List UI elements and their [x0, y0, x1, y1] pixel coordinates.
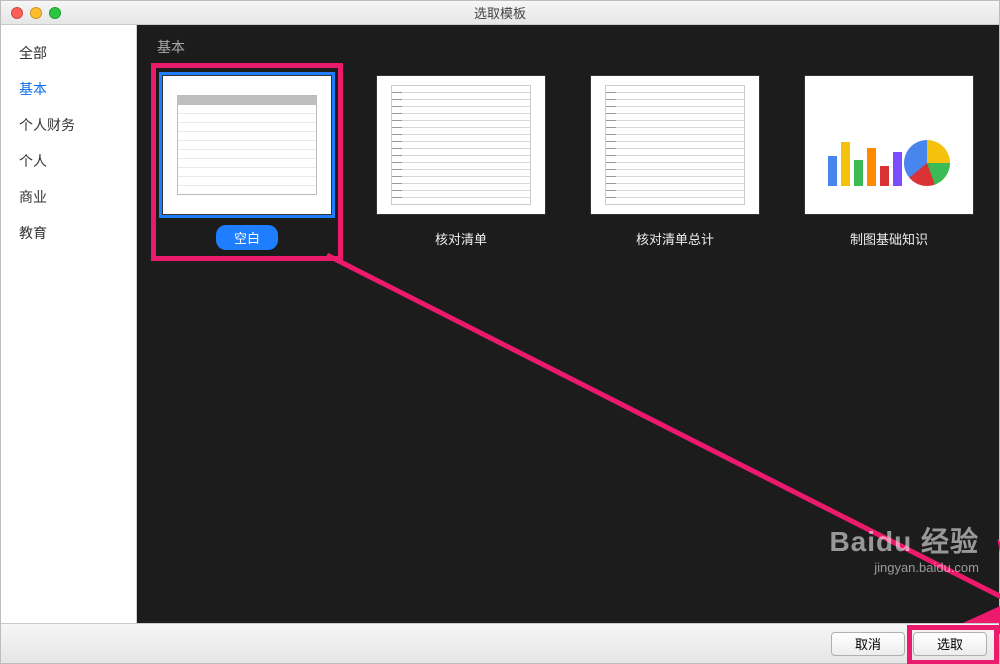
footer: 取消 选取 — [1, 623, 999, 663]
template-thumb — [376, 75, 546, 215]
sidebar: 全部 基本 个人财务 个人 商业 教育 — [1, 25, 137, 623]
template-label: 核对清单 — [435, 229, 487, 248]
template-label: 制图基础知识 — [850, 229, 928, 248]
template-chooser-window: 选取模板 全部 基本 个人财务 个人 商业 教育 基本 空白 — [0, 0, 1000, 664]
window-title: 选取模板 — [1, 3, 999, 22]
titlebar[interactable]: 选取模板 — [1, 1, 999, 25]
sidebar-item-all[interactable]: 全部 — [1, 35, 136, 71]
template-thumb — [590, 75, 760, 215]
window-body: 全部 基本 个人财务 个人 商业 教育 基本 空白 — [1, 25, 999, 623]
sidebar-item-education[interactable]: 教育 — [1, 215, 136, 251]
watermark-brand: Baidu 经验 — [829, 520, 979, 560]
watermark: Baidu 经验 jingyan.baidu.com — [829, 520, 979, 575]
template-thumb — [162, 75, 332, 215]
main-panel: 基本 空白 核对清单 — [137, 25, 999, 623]
choose-button[interactable]: 选取 — [913, 632, 987, 656]
watermark-url: jingyan.baidu.com — [829, 560, 979, 575]
template-card-checklist[interactable]: 核对清单 — [371, 75, 551, 248]
sidebar-item-business[interactable]: 商业 — [1, 179, 136, 215]
template-card-blank[interactable]: 空白 — [157, 75, 337, 250]
sidebar-item-personal-finance[interactable]: 个人财务 — [1, 107, 136, 143]
annotation-arrow-icon — [317, 245, 1000, 645]
sidebar-item-basic[interactable]: 基本 — [1, 71, 136, 107]
template-thumb — [804, 75, 974, 215]
template-card-checklist-total[interactable]: 核对清单总计 — [585, 75, 765, 248]
template-label: 空白 — [216, 225, 278, 250]
template-grid: 空白 核对清单 核对清单总计 — [137, 65, 999, 260]
sidebar-item-personal[interactable]: 个人 — [1, 143, 136, 179]
template-label: 核对清单总计 — [636, 229, 714, 248]
cancel-button[interactable]: 取消 — [831, 632, 905, 656]
template-card-charting-basics[interactable]: 制图基础知识 — [799, 75, 979, 248]
section-title: 基本 — [137, 25, 999, 65]
